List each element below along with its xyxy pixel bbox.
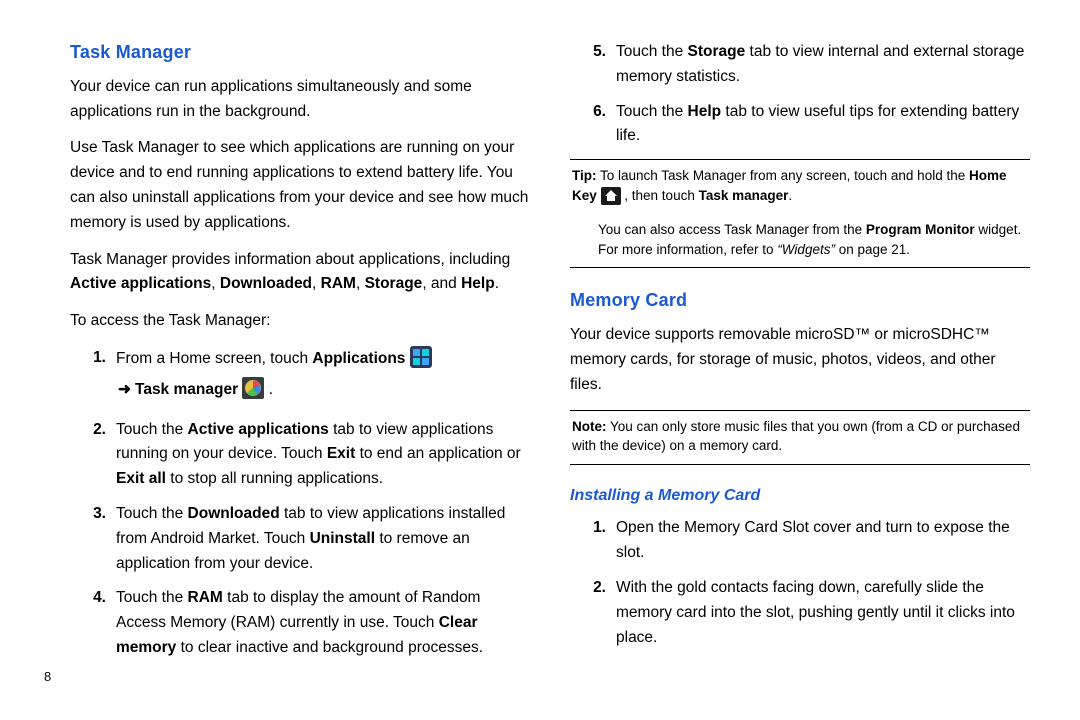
heading-task-manager: Task Manager bbox=[70, 38, 530, 67]
steps-install-card: 1. Open the Memory Card Slot cover and t… bbox=[570, 516, 1030, 650]
install-step-2: 2. With the gold contacts facing down, c… bbox=[570, 576, 1030, 650]
paragraph: Your device can run applications simulta… bbox=[70, 75, 530, 125]
step-4: 4. Touch the RAM tab to display the amou… bbox=[70, 586, 530, 660]
step-6: 6. Touch the Help tab to view useful tip… bbox=[570, 100, 1030, 150]
steps-task-manager-cont: 5. Touch the Storage tab to view interna… bbox=[570, 40, 1030, 149]
task-manager-icon bbox=[242, 377, 264, 408]
subheading-installing: Installing a Memory Card bbox=[570, 483, 1030, 509]
page-number: 8 bbox=[44, 667, 51, 688]
paragraph: To access the Task Manager: bbox=[70, 309, 530, 334]
note-box: Note: You can only store music files tha… bbox=[570, 410, 1030, 465]
step-1: 1. From a Home screen, touch Application… bbox=[70, 346, 530, 408]
install-step-1: 1. Open the Memory Card Slot cover and t… bbox=[570, 516, 1030, 566]
home-key-icon bbox=[601, 187, 621, 211]
right-column: 5. Touch the Storage tab to view interna… bbox=[570, 34, 1030, 671]
step-2: 2. Touch the Active applications tab to … bbox=[70, 418, 530, 492]
heading-memory-card: Memory Card bbox=[570, 286, 1030, 315]
step-5: 5. Touch the Storage tab to view interna… bbox=[570, 40, 1030, 90]
paragraph: Your device supports removable microSD™ … bbox=[570, 323, 1030, 397]
step-3: 3. Touch the Downloaded tab to view appl… bbox=[70, 502, 530, 576]
paragraph: Use Task Manager to see which applicatio… bbox=[70, 136, 530, 235]
applications-icon bbox=[410, 346, 432, 377]
tip-box: Tip: To launch Task Manager from any scr… bbox=[570, 159, 1030, 268]
steps-task-manager: 1. From a Home screen, touch Application… bbox=[70, 346, 530, 661]
paragraph: Task Manager provides information about … bbox=[70, 248, 530, 298]
left-column: Task Manager Your device can run applica… bbox=[70, 34, 530, 671]
